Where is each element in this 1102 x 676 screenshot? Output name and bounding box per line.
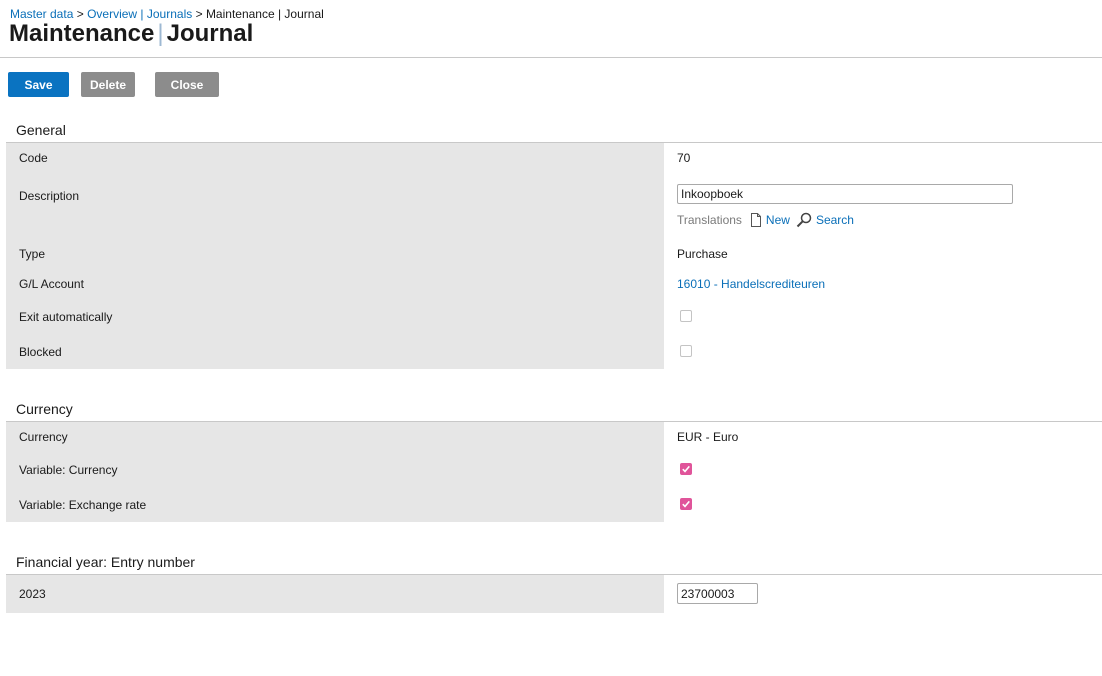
breadcrumb: Master data > Overview | Journals > Main… <box>10 7 324 21</box>
save-button[interactable]: Save <box>8 72 69 97</box>
delete-button[interactable]: Delete <box>81 72 135 97</box>
exit-automatically-checkbox[interactable] <box>680 310 692 322</box>
description-label: Description <box>19 189 80 203</box>
section-title-financial-year: Financial year: Entry number <box>16 554 195 570</box>
exit-automatically-label: Exit automatically <box>19 310 113 324</box>
section-title-general: General <box>16 122 66 138</box>
breadcrumb-link-overview-journals[interactable]: Overview | Journals <box>87 7 192 21</box>
breadcrumb-link-master-data[interactable]: Master data <box>10 7 73 21</box>
entry-number-input[interactable] <box>677 583 758 604</box>
checkmark-icon <box>682 500 690 508</box>
type-label: Type <box>19 247 46 261</box>
breadcrumb-current: Maintenance | Journal <box>205 7 324 21</box>
close-button[interactable]: Close <box>155 72 219 97</box>
breadcrumb-separator: > <box>195 7 203 21</box>
section-title-currency: Currency <box>16 401 73 417</box>
page-title-part2: Journal <box>166 20 254 47</box>
currency-value: EUR - Euro <box>677 430 739 444</box>
financial-year-label: 2023 <box>19 587 46 601</box>
code-value: 70 <box>677 151 691 165</box>
translations-search-label: Search <box>815 213 854 227</box>
label-column-general <box>6 143 664 369</box>
gl-account-link[interactable]: 16010 - Handelscrediteuren <box>677 277 825 291</box>
page-title-part1: Maintenance <box>9 20 155 47</box>
blocked-checkbox[interactable] <box>680 345 692 357</box>
header-divider <box>0 57 1102 58</box>
translations-search-link[interactable]: Search <box>796 212 854 228</box>
translations-new-label: New <box>765 213 790 227</box>
variable-currency-label: Variable: Currency <box>19 463 118 477</box>
translations-label: Translations <box>677 213 742 227</box>
gl-account-label: G/L Account <box>19 277 84 291</box>
label-column-financial-year <box>6 575 664 613</box>
checkmark-icon <box>682 465 690 473</box>
translations-new-link[interactable]: New <box>750 213 790 227</box>
search-icon <box>796 212 812 228</box>
currency-label: Currency <box>19 430 68 444</box>
type-value: Purchase <box>677 247 728 261</box>
variable-exchange-rate-label: Variable: Exchange rate <box>19 498 147 512</box>
new-document-icon <box>750 213 761 227</box>
variable-currency-checkbox[interactable] <box>680 463 692 475</box>
blocked-label: Blocked <box>19 345 62 359</box>
translations-row: Translations New Search <box>677 212 860 228</box>
breadcrumb-separator: > <box>76 7 84 21</box>
description-input[interactable] <box>677 184 1013 204</box>
code-label: Code <box>19 151 48 165</box>
page-title: Maintenance | Journal <box>9 20 253 48</box>
page-title-divider: | <box>157 20 164 47</box>
variable-exchange-rate-checkbox[interactable] <box>680 498 692 510</box>
